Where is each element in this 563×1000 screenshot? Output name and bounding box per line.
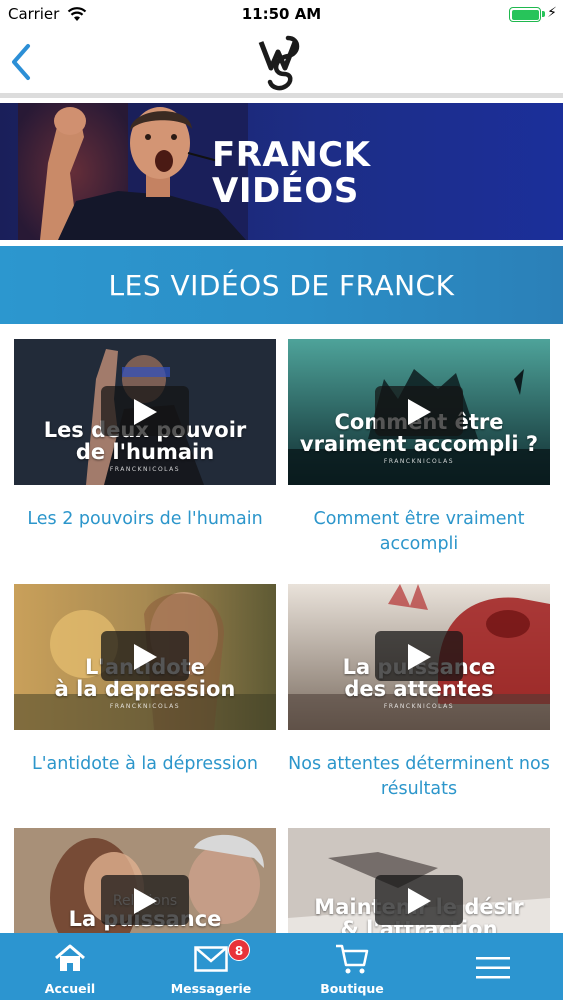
tab-label: Messagerie [170, 981, 252, 996]
back-chevron-icon[interactable] [8, 42, 34, 82]
tab-menu[interactable] [423, 933, 563, 1000]
video-card[interactable]: L'antidote à la depression FRANCKNICOLAS… [14, 584, 276, 777]
video-thumbnail[interactable]: La puissance des attentes FRANCKNICOLAS [288, 584, 550, 730]
video-thumbnail[interactable]: Les deux pouvoir de l'humain FRANCKNICOL… [14, 339, 276, 485]
unread-count-badge: 8 [228, 939, 250, 961]
play-button-icon[interactable] [101, 386, 189, 436]
hero-banner: FRANCK VIDÉOS [0, 103, 563, 240]
video-title[interactable]: Nos attentes déterminent nos résultats [288, 752, 550, 802]
tab-boutique[interactable]: Boutique [282, 933, 422, 1000]
play-button-icon[interactable] [101, 875, 189, 925]
navigation-bar [0, 30, 563, 98]
status-time: 11:50 AM [241, 5, 322, 23]
play-button-icon[interactable] [375, 386, 463, 436]
video-thumbnail[interactable]: Comment être vraiment accompli ? FRANCKN… [288, 339, 550, 485]
tab-messagerie[interactable]: Messagerie [141, 933, 281, 1000]
thumbnail-brand: FRANCKNICOLAS [383, 703, 455, 710]
play-button-icon[interactable] [375, 875, 463, 925]
video-title[interactable]: Comment être vraiment accompli [288, 507, 550, 557]
cart-icon [336, 944, 369, 974]
play-button-icon[interactable] [101, 631, 189, 681]
status-bar: Carrier 11:50 AM ⚡ [0, 0, 563, 30]
hero-title-line1: FRANCK [212, 135, 371, 175]
wj-logo-icon [258, 35, 300, 91]
menu-icon [476, 957, 510, 979]
home-icon [55, 944, 85, 971]
thumbnail-brand: FRANCKNICOLAS [109, 703, 181, 710]
battery-tip [542, 11, 545, 17]
section-title: LES VIDÉOS DE FRANCK [0, 246, 563, 324]
video-thumbnail[interactable]: L'antidote à la depression FRANCKNICOLAS [14, 584, 276, 730]
thumbnail-brand: FRANCKNICOLAS [383, 458, 455, 465]
play-button-icon[interactable] [375, 631, 463, 681]
hero-title-line2: VIDÉOS [212, 171, 359, 211]
hero-title: FRANCK VIDÉOS [212, 137, 370, 209]
thumbnail-brand: FRANCKNICOLAS [109, 466, 181, 473]
tab-bar: Accueil Messagerie Boutique [0, 933, 563, 1000]
charging-icon: ⚡ [547, 5, 557, 21]
tab-label: Boutique [320, 981, 384, 996]
video-title[interactable]: L'antidote à la dépression [14, 752, 276, 777]
tab-accueil[interactable]: Accueil [0, 933, 140, 1000]
battery-icon [509, 7, 541, 22]
video-card[interactable]: Les deux pouvoir de l'humain FRANCKNICOL… [14, 339, 276, 532]
video-title[interactable]: Les 2 pouvoirs de l'humain [14, 507, 276, 532]
tab-label: Accueil [44, 981, 96, 996]
video-card[interactable]: La puissance des attentes FRANCKNICOLAS … [288, 584, 550, 802]
mail-icon [194, 946, 228, 972]
video-card[interactable]: Comment être vraiment accompli ? FRANCKN… [288, 339, 550, 557]
